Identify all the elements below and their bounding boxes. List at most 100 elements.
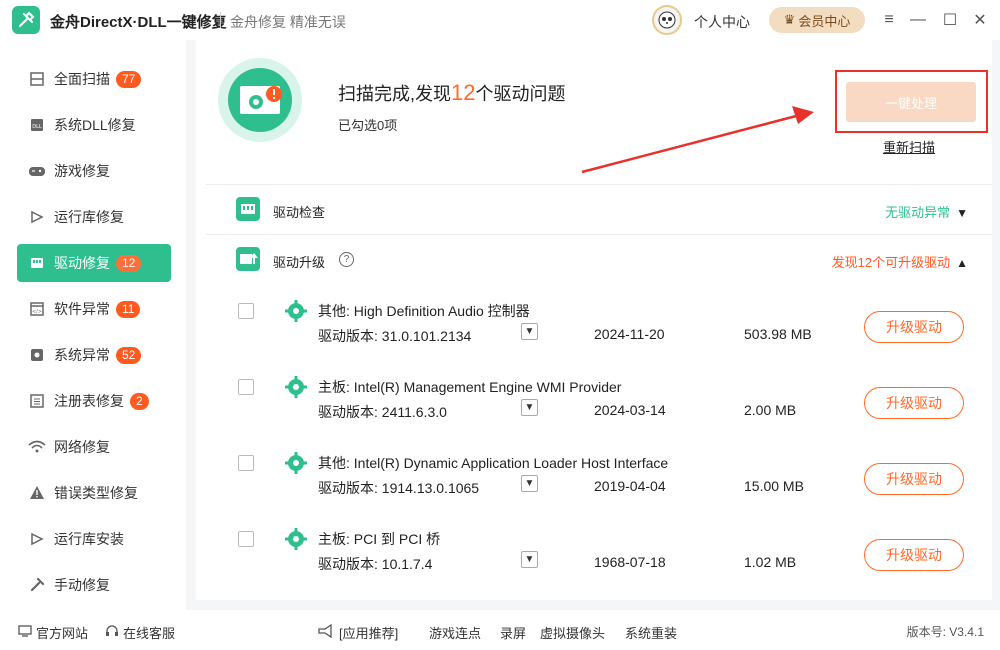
gear-icon (285, 300, 307, 322)
driver-row: 其他: High Definition Audio 控制器 驱动版本: 31.0… (206, 290, 992, 366)
official-site-link[interactable]: 官方网站 (18, 623, 88, 642)
install-icon (27, 529, 47, 549)
scan-icon (27, 69, 47, 89)
runtime-icon (27, 207, 47, 227)
sidebar-item-game[interactable]: 游戏修复 (17, 152, 171, 190)
sidebar-item-manual[interactable]: 手动修复 (17, 566, 171, 604)
driver-icon (27, 253, 47, 273)
version-dropdown[interactable]: ▼ (521, 323, 538, 340)
driver-date: 1968-07-18 (594, 554, 666, 570)
chevron-down-icon: ▼ (524, 402, 535, 413)
app-title: 金舟DirectX·DLL一键修复 (50, 14, 227, 31)
sidebar-item-label: 全面扫描 (54, 71, 110, 87)
help-icon[interactable]: ? (339, 252, 354, 267)
driver-upgrade-section[interactable]: 驱动升级 ? 发现12个可升级驱动 ▲ (206, 234, 992, 284)
version-dropdown[interactable]: ▼ (521, 551, 538, 568)
version-dropdown[interactable]: ▼ (521, 475, 538, 492)
sidebar-item-error-type[interactable]: 错误类型修复 (17, 474, 171, 512)
footer-link-camera[interactable]: 虚拟摄像头 (540, 623, 605, 642)
menu-icon[interactable]: ≡ (879, 10, 899, 30)
vip-center-label: 会员中心 (798, 13, 851, 29)
sidebar-item-runtime-fix[interactable]: 运行库修复 (17, 198, 171, 236)
sidebar-item-label: 系统DLL修复 (54, 117, 136, 133)
upgrade-driver-button[interactable]: 升级驱动 (864, 311, 964, 343)
footer: 官方网站 在线客服 [应用推荐] 游戏连点 录屏 虚拟摄像头 系统重装 版本号:… (0, 610, 1000, 650)
upgrade-driver-button[interactable]: 升级驱动 (864, 539, 964, 571)
sidebar-item-label: 手动修复 (54, 577, 110, 593)
sidebar-item-network[interactable]: 网络修复 (17, 428, 171, 466)
footer-link-record[interactable]: 录屏 (500, 623, 526, 642)
sidebar-item-label: 错误类型修复 (54, 485, 138, 501)
sidebar-item-label: 游戏修复 (54, 163, 110, 179)
driver-version: 驱动版本: 2411.6.3.0 (318, 404, 447, 420)
wrench-icon (27, 575, 47, 595)
chevron-down-icon: ▼ (956, 206, 968, 220)
sidebar-item-label: 运行库安装 (54, 531, 124, 547)
sidebar-item-driver-fix[interactable]: 驱动修复 12 (17, 244, 171, 282)
driver-version: 驱动版本: 1914.13.0.1065 (318, 480, 480, 496)
driver-checkbox[interactable] (238, 303, 254, 319)
online-service-label: 在线客服 (123, 626, 176, 641)
driver-row: 其他: Intel(R) Dynamic Application Loader … (206, 442, 992, 518)
sidebar-item-software-error[interactable]: </> 软件异常 11 (17, 290, 171, 328)
driver-checkbox[interactable] (238, 379, 254, 395)
driver-upgrade-label: 驱动升级 (273, 255, 326, 270)
rescan-link[interactable]: 重新扫描 (883, 137, 935, 156)
driver-name: 主板: PCI 到 PCI 桥 (318, 531, 441, 547)
driver-check-status-text: 无驱动异常 (885, 205, 951, 220)
wifi-icon (27, 437, 47, 457)
vip-crown-icon: ♛ (783, 12, 796, 27)
monitor-icon (18, 625, 32, 640)
driver-size: 15.00 MB (744, 478, 804, 494)
minimize-icon[interactable]: — (908, 10, 928, 30)
online-service-link[interactable]: 在线客服 (105, 623, 175, 642)
driver-check-status: 无驱动异常 ▼ (885, 202, 968, 221)
count-badge: 2 (130, 392, 149, 410)
driver-check-icon (236, 197, 260, 221)
upgrade-driver-button[interactable]: 升级驱动 (864, 463, 964, 495)
sidebar-item-registry[interactable]: 注册表修复 2 (17, 382, 171, 420)
recommend-label: [应用推荐] (339, 626, 399, 641)
settings-icon (27, 345, 47, 365)
maximize-icon[interactable]: ☐ (940, 10, 960, 30)
driver-size: 503.98 MB (744, 326, 812, 342)
one-click-fix-button[interactable]: 一键处理 (846, 82, 976, 122)
driver-upgrade-status-text: 发现12个可升级驱动 (831, 255, 951, 270)
footer-link-click[interactable]: 游戏连点 (429, 623, 481, 642)
driver-panel: 扫描完成,发现12个驱动问题 已勾选0项 一键处理 重新扫描 驱动检查 无驱动异… (196, 40, 992, 600)
sidebar-item-label: 系统异常 (54, 347, 110, 363)
driver-name: 主板: Intel(R) Management Engine WMI Provi… (318, 379, 622, 395)
sidebar-item-runtime-install[interactable]: 运行库安装 (17, 520, 171, 558)
driver-version: 驱动版本: 31.0.101.2134 (318, 328, 472, 344)
sidebar-item-system-dll[interactable]: DLL 系统DLL修复 (17, 106, 171, 144)
count-badge: 52 (116, 346, 142, 364)
driver-check-section[interactable]: 驱动检查 无驱动异常 ▼ (206, 184, 992, 234)
driver-checkbox[interactable] (238, 455, 254, 471)
title-bar: 金舟DirectX·DLL一键修复 金舟修复 精准无误 个人中心 ♛ 会员中心 … (0, 0, 1000, 40)
upgrade-driver-button[interactable]: 升级驱动 (864, 387, 964, 419)
gear-icon (285, 376, 307, 398)
count-badge: 77 (116, 70, 142, 88)
sidebar-item-full-scan[interactable]: 全面扫描 77 (17, 60, 171, 98)
count-badge: 11 (116, 300, 141, 318)
code-window-icon: </> (27, 299, 47, 319)
driver-checkbox[interactable] (238, 531, 254, 547)
chevron-down-icon: ▼ (524, 554, 535, 565)
version-dropdown[interactable]: ▼ (521, 399, 538, 416)
sidebar-item-label: 注册表修复 (54, 393, 124, 409)
app-slogan: 金舟修复 精准无误 (230, 14, 346, 30)
count-badge: 12 (116, 254, 142, 272)
avatar[interactable] (652, 5, 682, 35)
list-icon (27, 391, 47, 411)
driver-size: 2.00 MB (744, 402, 797, 418)
version-label: 版本号: V3.4.1 (906, 625, 984, 639)
driver-check-label: 驱动检查 (273, 205, 326, 220)
personal-center-link[interactable]: 个人中心 (694, 12, 750, 32)
chevron-down-icon: ▼ (524, 478, 535, 489)
vip-center-button[interactable]: ♛ 会员中心 (769, 7, 865, 33)
chevron-up-icon: ▲ (956, 256, 968, 270)
close-icon[interactable]: ✕ (970, 10, 990, 30)
sidebar-item-label: 运行库修复 (54, 209, 124, 225)
sidebar-item-system-error[interactable]: 系统异常 52 (17, 336, 171, 374)
footer-link-reinstall[interactable]: 系统重装 (625, 623, 677, 642)
